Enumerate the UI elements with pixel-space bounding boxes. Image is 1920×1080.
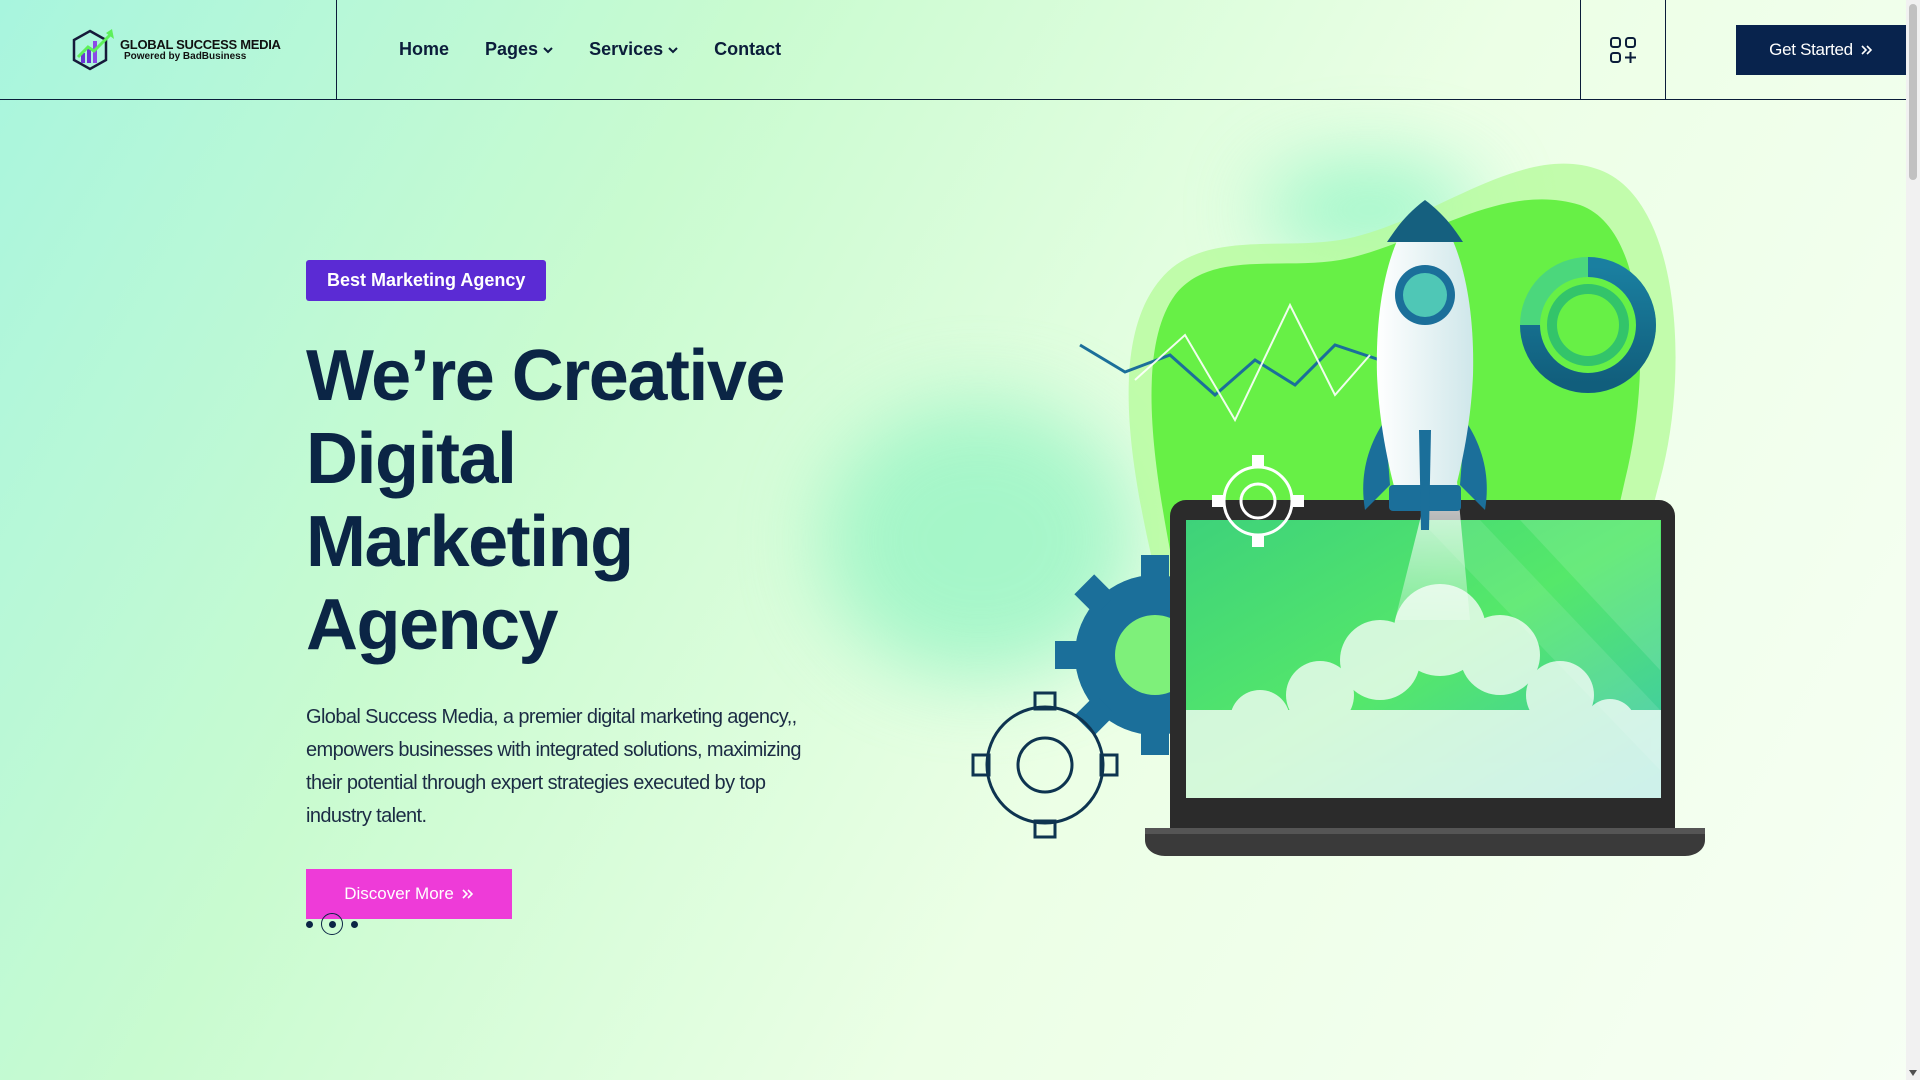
chevron-down-icon: [543, 46, 553, 53]
cta-cell: Get Started: [1666, 0, 1906, 99]
rocket-laptop-illustration: [971, 163, 1705, 856]
get-started-button[interactable]: Get Started: [1736, 24, 1906, 75]
slider-dot-active[interactable]: [321, 913, 343, 935]
double-chevron-right-icon: [462, 889, 473, 899]
nav-item-services[interactable]: Services: [589, 39, 678, 60]
slider-dot[interactable]: [306, 920, 313, 928]
headline-line: Marketing: [306, 502, 634, 582]
nav-item-label: Pages: [485, 39, 539, 59]
headline-line: We’re Creative: [306, 336, 785, 416]
get-started-label: Get Started: [1769, 39, 1853, 59]
nav-item-label: Contact: [714, 39, 782, 59]
hero-headline: We’re Creative Digital Marketing Agency: [306, 335, 826, 667]
logo-cell: GLOBAL SUCCESS MEDIA Powered by BadBusin…: [0, 0, 337, 99]
slider-dot[interactable]: [351, 920, 358, 928]
double-chevron-right-icon: [1861, 44, 1872, 55]
apps-plus-icon: [1610, 36, 1636, 63]
hero-section: Best Marketing Agency We’re Creative Dig…: [306, 260, 826, 919]
page: GLOBAL SUCCESS MEDIA Powered by BadBusin…: [0, 0, 1920, 1080]
logo-title: GLOBAL SUCCESS MEDIA: [120, 36, 281, 52]
hero-description: Global Success Media, a premier digital …: [306, 706, 802, 827]
nav-item-contact[interactable]: Contact: [714, 39, 781, 60]
logo-subtitle: Powered by BadBusiness: [124, 50, 247, 62]
nav-item-label: Home: [399, 39, 450, 59]
logo-mark-icon: [72, 28, 114, 70]
discover-more-button[interactable]: Discover More: [306, 869, 512, 919]
chevron-down-icon: [668, 46, 678, 53]
scrollbar-thumb[interactable]: [1909, 4, 1917, 180]
apps-menu-button[interactable]: [1580, 0, 1666, 99]
nav-item-label: Services: [589, 39, 664, 59]
logo[interactable]: GLOBAL SUCCESS MEDIA Powered by BadBusin…: [72, 27, 281, 73]
scroll-down-arrow-icon[interactable]: [1909, 1070, 1917, 1076]
hero-badge: Best Marketing Agency: [306, 260, 547, 301]
discover-more-label: Discover More: [344, 884, 454, 903]
nav-item-pages[interactable]: Pages: [485, 39, 553, 60]
headline-line: Digital: [306, 419, 517, 499]
main-nav: Home Pages Services Contact: [337, 0, 1580, 99]
page-scrollbar[interactable]: [1906, 0, 1920, 1080]
headline-line: Agency: [306, 585, 559, 665]
nav-item-home[interactable]: Home: [399, 39, 449, 60]
slider-dots: [306, 913, 358, 935]
site-header: GLOBAL SUCCESS MEDIA Powered by BadBusin…: [0, 0, 1906, 100]
